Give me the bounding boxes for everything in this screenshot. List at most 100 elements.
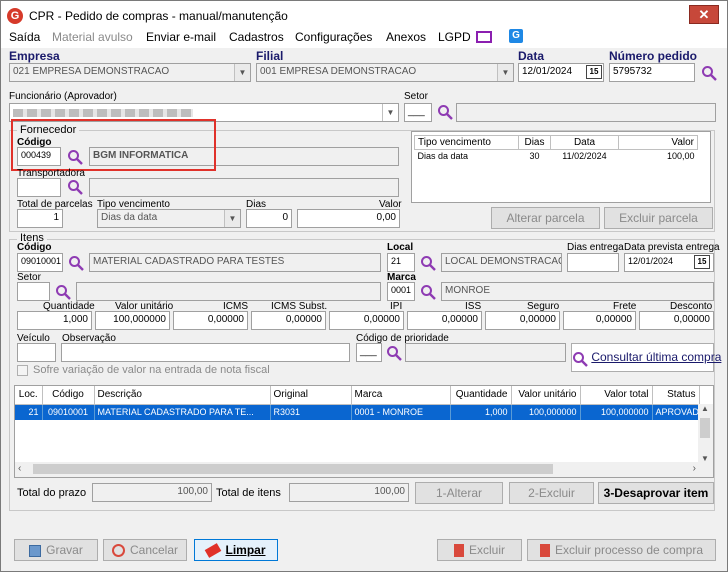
search-icon[interactable] [420, 284, 436, 300]
vertical-scrollbar[interactable]: ▲ ▼ [698, 404, 713, 477]
limpar-button[interactable]: Limpar [194, 539, 278, 561]
menu-lgpd[interactable]: LGPD [438, 30, 471, 44]
scroll-thumb [700, 418, 710, 438]
menu-anexos[interactable]: Anexos [386, 30, 426, 44]
marca-code-input[interactable]: 0001 [387, 282, 415, 301]
transportadora-input[interactable] [17, 178, 61, 197]
window-title: CPR - Pedido de compras - manual/manuten… [29, 9, 288, 23]
menu-saida[interactable]: Saída [9, 30, 40, 44]
dias-input[interactable]: 0 [246, 209, 292, 228]
observacao-input[interactable] [61, 343, 350, 362]
prioridade-input[interactable]: ___ [356, 343, 382, 362]
frete-input[interactable]: 0,00000 [563, 311, 636, 330]
prioridade-descricao [405, 343, 566, 362]
search-icon[interactable] [67, 179, 83, 195]
search-icon[interactable] [55, 284, 71, 300]
col-marca[interactable]: Marca [351, 386, 451, 405]
search-icon[interactable] [437, 104, 453, 120]
scroll-up-icon: ▲ [701, 404, 709, 413]
icms-subst-input[interactable]: 0,00000 [251, 311, 326, 330]
window: G CPR - Pedido de compras - manual/manut… [0, 0, 728, 572]
item-codigo-label: Código [17, 242, 52, 253]
filial-label: Filial [256, 49, 284, 63]
numero-pedido-input[interactable]: 5795732 [609, 63, 695, 82]
scroll-down-icon: ▼ [701, 454, 709, 463]
col-codigo[interactable]: Código [42, 386, 95, 405]
title-bar: G CPR - Pedido de compras - manual/manut… [1, 1, 727, 30]
menu-bar: Saída Material avulso Enviar e-mail Cada… [1, 29, 727, 48]
calendar-icon[interactable]: 15 [694, 255, 710, 269]
valor-input[interactable]: 0,00 [297, 209, 400, 228]
menu-cadastros[interactable]: Cadastros [229, 30, 284, 44]
search-icon[interactable] [68, 255, 84, 271]
col-data: Data [550, 135, 619, 150]
redacted-name [13, 109, 193, 117]
icms-input[interactable]: 0,00000 [173, 311, 248, 330]
iss-input[interactable]: 0,00000 [407, 311, 482, 330]
local-code-input[interactable]: 21 [387, 253, 415, 272]
col-dias: Dias [518, 135, 551, 150]
quantidade-input[interactable]: 1,000 [17, 311, 92, 330]
search-icon[interactable] [701, 65, 717, 81]
transportadora-nome [89, 178, 399, 197]
alterar-item-button[interactable]: 1-Alterar [415, 482, 503, 504]
col-quantidade[interactable]: Quantidade [450, 386, 512, 405]
ipi-input[interactable]: 0,00000 [329, 311, 404, 330]
dias-entrega-input[interactable] [567, 253, 619, 272]
close-button[interactable]: ✕ [689, 5, 719, 24]
setor-descricao [456, 103, 716, 122]
menu-material-avulso[interactable]: Material avulso [52, 30, 133, 44]
total-prazo-value: 100,00 [92, 483, 212, 502]
excluir-item-button[interactable]: 2-Excluir [509, 482, 594, 504]
g-app-icon[interactable]: G [509, 29, 523, 43]
numero-pedido-label: Número pedido [609, 49, 698, 63]
seguro-input[interactable]: 0,00000 [485, 311, 560, 330]
parcela-row[interactable]: Dias da data 30 11/02/2024 100,00 [415, 150, 698, 163]
gravar-button[interactable]: Gravar [14, 539, 98, 561]
item-codigo-input[interactable]: 09010001 [17, 253, 63, 272]
filial-select[interactable]: 001 EMPRESA DEMONSTRACAO ▼ [256, 63, 514, 82]
monitor-icon[interactable] [476, 31, 492, 43]
valor-unitario-input[interactable]: 100,000000 [95, 311, 170, 330]
total-prazo-label: Total do prazo [17, 487, 87, 499]
calendar-icon[interactable]: 15 [586, 65, 602, 79]
marca-nome: MONROE [441, 282, 714, 301]
app-logo-icon: G [7, 8, 23, 24]
sofre-variacao-label: Sofre variação de valor na entrada de no… [33, 364, 270, 376]
chevron-down-icon: ▼ [224, 210, 240, 227]
excluir-button[interactable]: Excluir [437, 539, 522, 561]
highlight-box [11, 119, 216, 171]
veiculo-input[interactable] [17, 343, 56, 362]
col-loc[interactable]: Loc. [15, 386, 43, 405]
parcelas-table: Tipo vencimento Dias Data Valor Dias da … [411, 131, 711, 203]
excluir-processo-button[interactable]: Excluir processo de compra [527, 539, 716, 561]
item-setor-input[interactable] [17, 282, 50, 301]
col-status[interactable]: Status [652, 386, 700, 405]
total-parcelas-input[interactable]: 1 [17, 209, 63, 228]
excluir-parcela-button[interactable]: Excluir parcela [604, 207, 713, 229]
alterar-parcela-button[interactable]: Alterar parcela [491, 207, 600, 229]
desconto-input[interactable]: 0,00000 [639, 311, 714, 330]
search-icon[interactable] [386, 345, 402, 361]
search-icon[interactable] [420, 255, 436, 271]
table-row[interactable]: 21 09010001 MATERIAL CADASTRADO PARA TE.… [15, 404, 700, 420]
menu-configuracoes[interactable]: Configurações [295, 30, 372, 44]
cancelar-button[interactable]: Cancelar [103, 539, 187, 561]
total-itens-label: Total de itens [216, 487, 281, 499]
chevron-down-icon: ▼ [382, 104, 398, 121]
col-valor-unitario[interactable]: Valor unitário [511, 386, 581, 405]
consultar-ultima-compra-button[interactable]: Consultar última compra [571, 343, 721, 372]
trash-icon [453, 544, 464, 558]
col-descricao[interactable]: Descrição [94, 386, 271, 405]
empresa-select[interactable]: 021 EMPRESA DEMONSTRACAO ▼ [9, 63, 251, 82]
desaprovar-item-button[interactable]: 3-Desaprovar item [598, 482, 714, 504]
col-original[interactable]: Original [270, 386, 352, 405]
sofre-variacao-checkbox[interactable] [17, 365, 28, 376]
setor-input[interactable]: ___ [404, 103, 432, 122]
col-valor-total[interactable]: Valor total [580, 386, 653, 405]
local-nome: LOCAL DEMONSTRACAO [441, 253, 562, 272]
tipo-vencimento-select[interactable]: Dias da data ▼ [97, 209, 241, 228]
scroll-right-icon: › [692, 463, 696, 474]
menu-enviar-email[interactable]: Enviar e-mail [146, 30, 216, 44]
horizontal-scrollbar[interactable]: ‹ › [15, 462, 699, 477]
